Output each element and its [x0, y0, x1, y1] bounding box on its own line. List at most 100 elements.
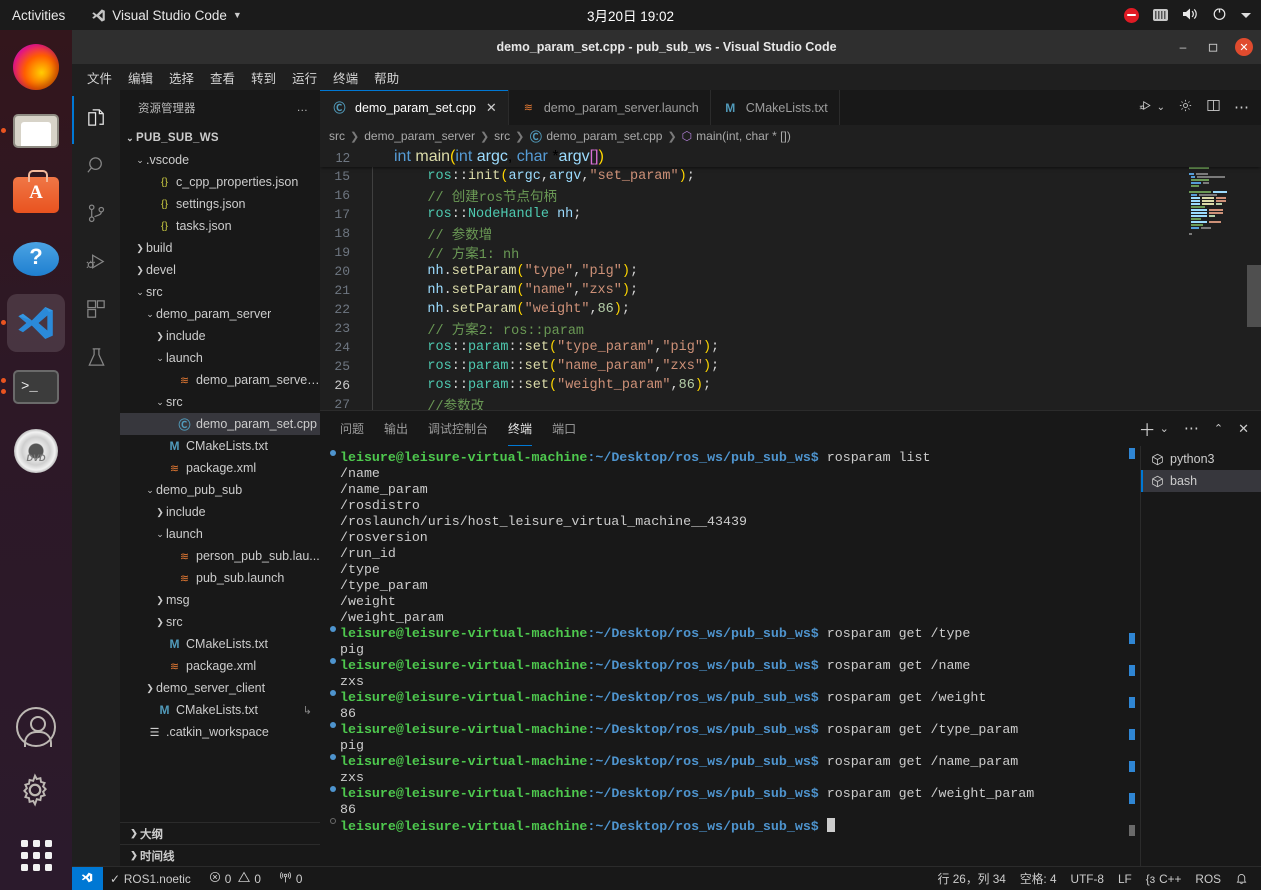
tree-item[interactable]: ❯ include	[120, 325, 320, 347]
breadcrumb-item[interactable]: src	[329, 129, 345, 143]
sidebar-section-timeline[interactable]: ❯ 时间线	[120, 844, 320, 866]
tree-item[interactable]: ⌄ src	[120, 281, 320, 303]
tree-item[interactable]: {} c_cpp_properties.json	[120, 171, 320, 193]
tree-item[interactable]: ⌄ launch	[120, 523, 320, 545]
tree-item[interactable]: ❯ demo_server_client	[120, 677, 320, 699]
tree-item[interactable]: ≋ demo_param_server...	[120, 369, 320, 391]
status-notifications[interactable]	[1228, 868, 1255, 890]
power-icon[interactable]	[1212, 6, 1227, 24]
command-decoration[interactable]	[326, 754, 340, 760]
dock-item-terminal[interactable]: >_	[1, 358, 65, 416]
tree-item[interactable]: ⌄ demo_param_server	[120, 303, 320, 325]
chevron-down-icon[interactable]	[1241, 12, 1251, 18]
tree-item[interactable]: Ⓒdemo_param_set.cpp	[120, 413, 320, 435]
tree-item[interactable]: ≋ package.xml	[120, 655, 320, 677]
more-icon[interactable]: …	[297, 102, 309, 114]
tree-item[interactable]: ❯ include	[120, 501, 320, 523]
show-applications-button[interactable]	[7, 826, 65, 884]
status-ros-distro[interactable]: ✓ ROS1.noetic	[103, 868, 198, 890]
editor-tab[interactable]: Ⓒdemo_param_set.cpp ✕	[320, 90, 509, 125]
dock-item-vscode[interactable]	[1, 294, 65, 352]
maximize-button[interactable]	[1205, 39, 1221, 55]
breadcrumb-item[interactable]: demo_param_server	[364, 129, 475, 143]
menu-run[interactable]: 运行	[285, 65, 324, 90]
command-decoration[interactable]	[326, 818, 340, 824]
tree-item[interactable]: ⌄ PUB_SUB_WS	[120, 127, 320, 149]
chevron-down-icon[interactable]: ⌄	[1157, 102, 1165, 113]
add-terminal-icon[interactable]: ＋	[1139, 416, 1156, 441]
terminal-tab[interactable]: python3	[1141, 448, 1261, 470]
panel-tab[interactable]: 终端	[498, 411, 542, 446]
status-problems[interactable]: 0 0	[202, 868, 268, 890]
command-decoration[interactable]	[326, 626, 340, 632]
volume-icon[interactable]	[1182, 7, 1198, 24]
tree-item[interactable]: ⌄ src	[120, 391, 320, 413]
remote-window-button[interactable]	[72, 866, 103, 890]
activitybar-item-testing[interactable]	[72, 336, 120, 384]
menu-go[interactable]: 转到	[244, 65, 283, 90]
tree-item[interactable]: ❯ msg	[120, 589, 320, 611]
tree-item[interactable]: M CMakeLists.txt	[120, 435, 320, 457]
maximize-panel-icon[interactable]: ⌃	[1214, 422, 1223, 435]
panel-tab[interactable]: 问题	[330, 411, 374, 446]
tree-item[interactable]: ⌄ demo_pub_sub	[120, 479, 320, 501]
command-decoration[interactable]	[326, 786, 340, 792]
dock-item-help[interactable]	[7, 230, 65, 288]
split-editor-icon[interactable]	[1206, 98, 1221, 118]
gear-icon[interactable]	[1178, 98, 1193, 118]
menu-view[interactable]: 查看	[203, 65, 242, 90]
chevron-down-icon[interactable]: ⌄	[1160, 422, 1169, 435]
more-icon[interactable]: ⋯	[1184, 421, 1199, 436]
command-decoration[interactable]	[326, 722, 340, 728]
tree-item[interactable]: M CMakeLists.txt ↳	[120, 699, 320, 721]
activitybar-item-source-control[interactable]	[72, 192, 120, 240]
minimize-button[interactable]: –	[1175, 39, 1191, 55]
tree-item[interactable]: M CMakeLists.txt	[120, 633, 320, 655]
activitybar-item-extensions[interactable]	[72, 288, 120, 336]
editor-tab[interactable]: ≋ demo_param_server.launch	[508, 90, 711, 125]
terminal-tab[interactable]: bash	[1141, 470, 1261, 492]
tree-item[interactable]: ❯ src	[120, 611, 320, 633]
command-decoration[interactable]	[326, 690, 340, 696]
dock-item-files[interactable]	[1, 102, 65, 160]
command-decoration[interactable]	[326, 450, 340, 456]
menu-select[interactable]: 选择	[162, 65, 201, 90]
panel-tab[interactable]: 调试控制台	[418, 411, 498, 446]
menu-terminal[interactable]: 终端	[326, 65, 365, 90]
record-icon[interactable]	[1124, 7, 1139, 23]
status-eol[interactable]: LF	[1111, 868, 1139, 890]
breadcrumb-item[interactable]: Ⓒdemo_param_set.cpp	[529, 128, 663, 145]
activitybar-item-run-debug[interactable]	[72, 240, 120, 288]
keyboard-icon[interactable]	[1153, 9, 1168, 21]
tree-item[interactable]: ≋ pub_sub.launch	[120, 567, 320, 589]
command-decoration[interactable]	[326, 658, 340, 664]
menu-edit[interactable]: 编辑	[121, 65, 160, 90]
tree-item[interactable]: ⌄ .vscode	[120, 149, 320, 171]
dock-item-dvd[interactable]	[7, 422, 65, 480]
close-panel-icon[interactable]: ✕	[1238, 421, 1249, 437]
tree-item[interactable]: ≋ person_pub_sub.lau...	[120, 545, 320, 567]
panel-tab[interactable]: 端口	[542, 411, 586, 446]
tree-item[interactable]: ⌄ launch	[120, 347, 320, 369]
dock-item-firefox[interactable]	[7, 38, 65, 96]
dock-item-settings[interactable]	[7, 762, 65, 820]
tree-item[interactable]: {} settings.json	[120, 193, 320, 215]
close-button[interactable]: ✕	[1235, 38, 1253, 56]
app-menu-button[interactable]: Visual Studio Code ▼	[91, 8, 242, 23]
more-icon[interactable]: ⋯	[1234, 100, 1249, 115]
tree-item[interactable]: ☰ .catkin_workspace	[120, 721, 320, 743]
sidebar-section-outline[interactable]: ❯ 大纲	[120, 822, 320, 844]
tree-item[interactable]: ≋ package.xml	[120, 457, 320, 479]
activitybar-item-explorer[interactable]	[72, 96, 120, 144]
menu-file[interactable]: 文件	[80, 65, 119, 90]
status-ros[interactable]: ROS	[1188, 868, 1228, 890]
dock-item-software[interactable]	[7, 166, 65, 224]
status-language-mode[interactable]: {ɜ C++	[1139, 868, 1189, 890]
status-encoding[interactable]: UTF-8	[1064, 868, 1111, 890]
tree-item[interactable]: ❯ devel	[120, 259, 320, 281]
tree-item[interactable]: ❯ build	[120, 237, 320, 259]
status-indentation[interactable]: 空格: 4	[1013, 868, 1064, 890]
run-icon[interactable]	[1138, 98, 1153, 118]
activitybar-item-search[interactable]	[72, 144, 120, 192]
terminal-overview-ruler[interactable]	[1126, 446, 1140, 866]
